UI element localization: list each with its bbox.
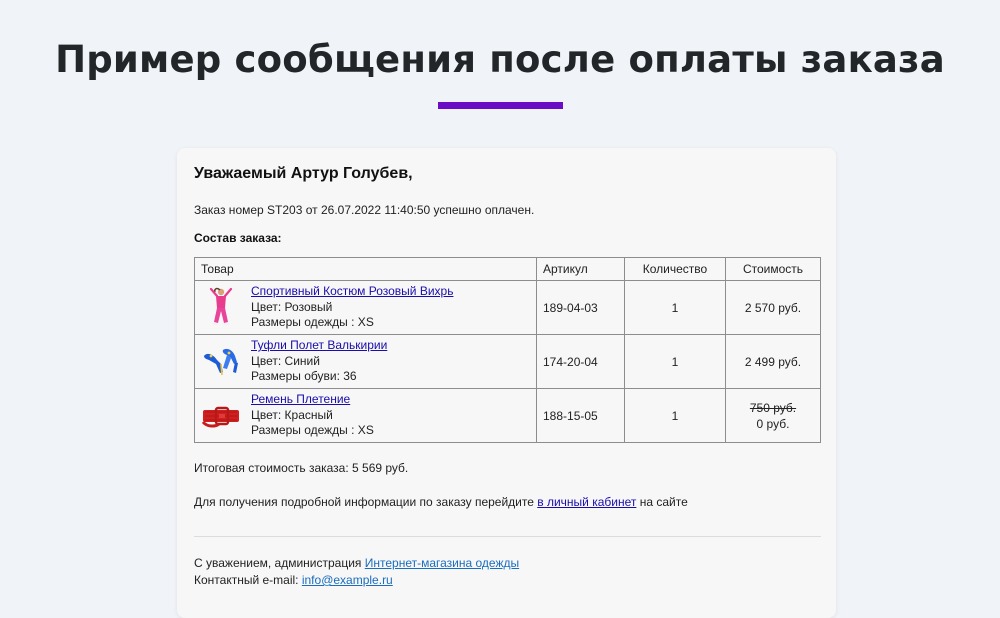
table-row: Ремень Плетение Цвет: Красный Размеры од… bbox=[194, 388, 821, 443]
contact-line: Контактный e-mail: info@example.ru bbox=[194, 572, 519, 589]
price-cell: 750 руб. 0 руб. bbox=[725, 388, 821, 443]
article-cell: 189-04-03 bbox=[536, 280, 625, 335]
regards-line: С уважением, администрация Интернет-мага… bbox=[194, 555, 519, 572]
table-header-row: Товар Артикул Количество Стоимость bbox=[194, 257, 821, 281]
header-article: Артикул bbox=[536, 257, 625, 281]
product-color: Цвет: Красный bbox=[251, 407, 333, 422]
product-color: Цвет: Розовый bbox=[251, 299, 333, 314]
quantity-cell: 1 bbox=[624, 388, 726, 443]
pink-tracksuit-icon[interactable] bbox=[201, 286, 241, 330]
red-belt-icon[interactable] bbox=[201, 394, 241, 438]
product-cell: Спортивный Костюм Розовый Вихрь Цвет: Ро… bbox=[194, 280, 537, 335]
price-cell: 2 499 руб. bbox=[725, 334, 821, 389]
quantity-cell: 1 bbox=[624, 280, 726, 335]
price-value: 2 499 руб. bbox=[744, 354, 802, 369]
header-quantity: Количество bbox=[624, 257, 726, 281]
article-cell: 188-15-05 bbox=[536, 388, 625, 443]
account-link[interactable]: в личный кабинет bbox=[537, 495, 636, 509]
store-link[interactable]: Интернет-магазина одежды bbox=[365, 556, 519, 570]
table-row: Туфли Полет Валькирии Цвет: Синий Размер… bbox=[194, 334, 821, 389]
divider bbox=[194, 536, 821, 537]
email-card: Уважаемый Артур Голубев, Заказ номер ST2… bbox=[177, 148, 836, 618]
title-underline bbox=[438, 102, 563, 109]
product-cell: Туфли Полет Валькирии Цвет: Синий Размер… bbox=[194, 334, 537, 389]
product-size: Размеры одежды : XS bbox=[251, 423, 374, 438]
product-link[interactable]: Туфли Полет Валькирии bbox=[251, 338, 387, 354]
page-title: Пример сообщения после оплаты заказа bbox=[55, 38, 945, 81]
price-cell: 2 570 руб. bbox=[725, 280, 821, 335]
product-size: Размеры одежды : XS bbox=[251, 315, 374, 330]
price-value: 2 570 руб. bbox=[744, 300, 802, 315]
account-info-line: Для получения подробной информации по за… bbox=[194, 495, 688, 509]
order-paid-message: Заказ номер ST203 от 26.07.2022 11:40:50… bbox=[194, 203, 535, 217]
order-total: Итоговая стоимость заказа: 5 569 руб. bbox=[194, 461, 409, 475]
header-product: Товар bbox=[194, 257, 537, 281]
product-size: Размеры обуви: 36 bbox=[251, 369, 357, 384]
info-text-before: Для получения подробной информации по за… bbox=[194, 495, 538, 509]
header-price: Стоимость bbox=[725, 257, 821, 281]
contact-email-link[interactable]: info@example.ru bbox=[302, 573, 393, 587]
info-text-after: на сайте bbox=[636, 495, 688, 509]
product-color: Цвет: Синий bbox=[251, 353, 320, 368]
contact-text: Контактный e-mail: bbox=[194, 573, 302, 587]
order-composition-label: Состав заказа: bbox=[194, 231, 282, 245]
quantity-cell: 1 bbox=[624, 334, 726, 389]
old-price: 750 руб. bbox=[749, 400, 797, 415]
product-link[interactable]: Спортивный Костюм Розовый Вихрь bbox=[251, 284, 453, 300]
price-value: 0 руб. bbox=[756, 416, 790, 431]
article-cell: 174-20-04 bbox=[536, 334, 625, 389]
regards-text: С уважением, администрация bbox=[194, 556, 365, 570]
table-row: Спортивный Костюм Розовый Вихрь Цвет: Ро… bbox=[194, 280, 821, 335]
order-table: Товар Артикул Количество Стоимость Спорт… bbox=[194, 257, 821, 443]
greeting: Уважаемый Артур Голубев, bbox=[194, 165, 413, 182]
blue-shoes-icon[interactable] bbox=[201, 340, 241, 384]
signature: С уважением, администрация Интернет-мага… bbox=[194, 555, 519, 589]
product-link[interactable]: Ремень Плетение bbox=[251, 392, 374, 408]
product-cell: Ремень Плетение Цвет: Красный Размеры од… bbox=[194, 388, 537, 443]
